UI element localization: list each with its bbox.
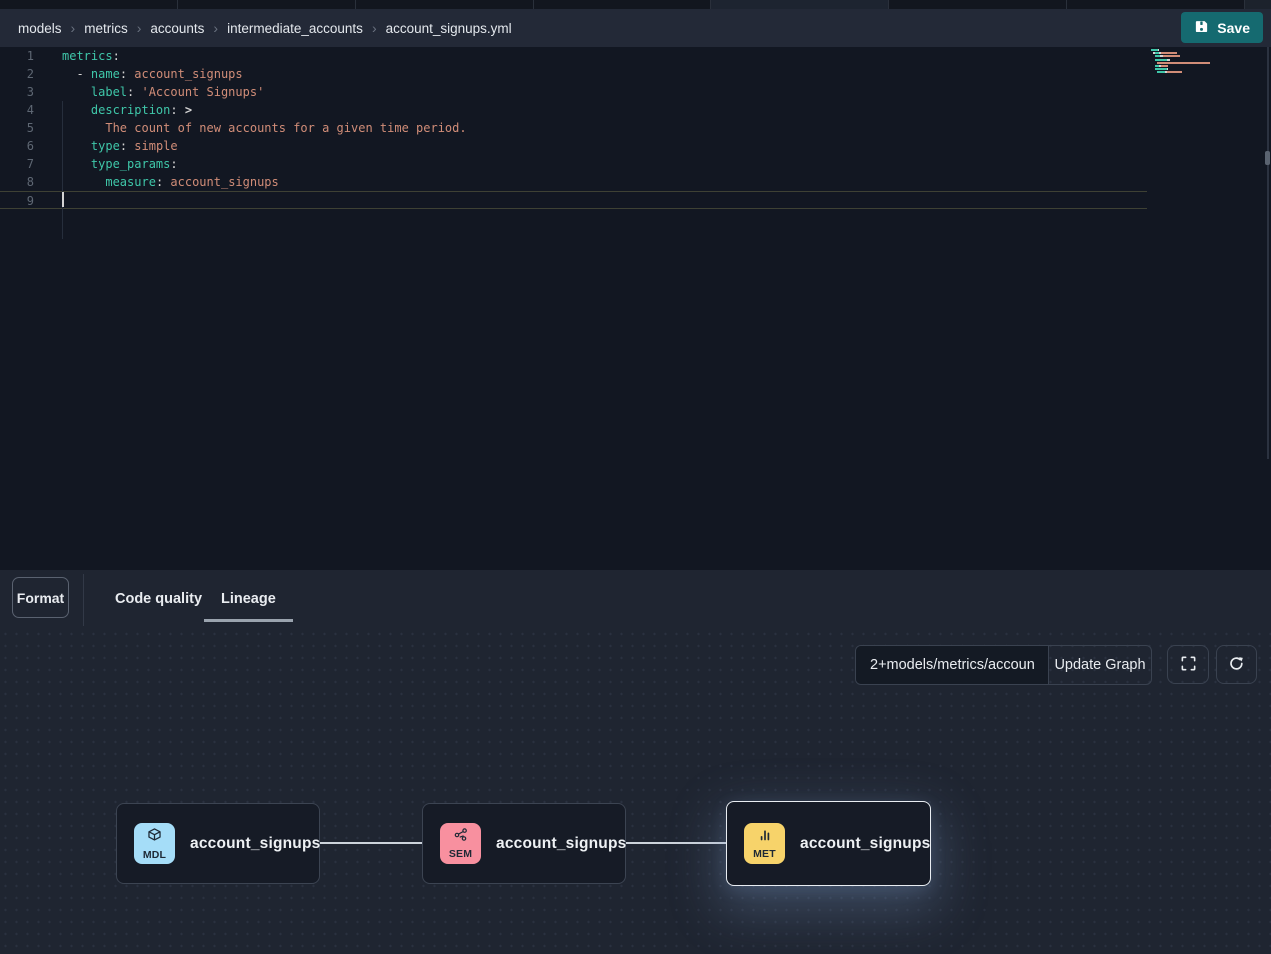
code-line: 2 - name: account_signups	[0, 65, 1271, 83]
breadcrumb-item[interactable]: account_signups.yml	[386, 21, 512, 36]
code-line: 3 label: 'Account Signups'	[0, 83, 1271, 101]
lineage-node-met[interactable]: MET account_signups	[726, 801, 931, 886]
code-line: 5 The count of new accounts for a given …	[0, 119, 1271, 137]
editor-scrollbar-handle[interactable]	[1265, 151, 1270, 165]
fullscreen-button[interactable]	[1167, 645, 1209, 684]
code-line: 7 type_params:	[0, 155, 1271, 173]
update-graph-button[interactable]: Update Graph	[1048, 646, 1151, 684]
file-tab[interactable]	[178, 0, 356, 9]
code-text: - name: account_signups	[62, 65, 243, 83]
breadcrumb-item[interactable]: metrics	[84, 21, 128, 36]
chevron-right-icon: ›	[137, 20, 142, 36]
breadcrumb-bar: models › metrics › accounts › intermediate_acc…	[0, 9, 1271, 47]
cube-icon	[146, 827, 163, 849]
file-tab[interactable]	[356, 0, 534, 9]
node-type-badge: SEM	[440, 823, 481, 864]
code-text: type_params:	[62, 155, 178, 173]
lineage-node-mdl[interactable]: MDL account_signups	[116, 803, 320, 884]
minimap[interactable]	[1151, 49, 1263, 78]
chevron-right-icon: ›	[213, 20, 218, 36]
bottom-panel: Format Code quality Lineage Update Graph	[0, 570, 1271, 954]
node-type-label: SEM	[449, 849, 472, 860]
line-number: 3	[0, 83, 34, 101]
file-tab[interactable]	[1245, 0, 1271, 9]
node-label: account_signups	[190, 835, 320, 853]
code-text: The count of new accounts for a given ti…	[62, 119, 467, 137]
code-text: metrics:	[62, 47, 120, 65]
lineage-selector-group: Update Graph	[855, 645, 1152, 685]
lineage-edge	[320, 842, 422, 844]
file-tab[interactable]	[534, 0, 712, 9]
fullscreen-icon	[1180, 655, 1197, 675]
breadcrumb-item[interactable]: models	[18, 21, 62, 36]
refresh-button[interactable]	[1216, 645, 1257, 684]
lineage-edge	[626, 842, 726, 844]
code-text: label: 'Account Signups'	[62, 83, 264, 101]
editor-scrollbar-track[interactable]	[1267, 47, 1269, 459]
node-type-badge: MET	[744, 823, 785, 864]
save-button[interactable]: Save	[1181, 12, 1263, 43]
lineage-canvas[interactable]: Update Graph	[0, 628, 1271, 954]
code-line-current: 9	[0, 191, 1147, 209]
code-text: description: >	[62, 101, 192, 119]
tabbar-divider	[83, 574, 84, 626]
format-button[interactable]: Format	[12, 577, 69, 618]
line-number: 2	[0, 65, 34, 83]
indent-guide	[62, 101, 63, 239]
top-tab-strip	[0, 0, 1271, 9]
chevron-right-icon: ›	[372, 20, 377, 36]
file-tab[interactable]	[889, 0, 1067, 9]
chevron-right-icon: ›	[71, 20, 76, 36]
code-lines: 1metrics:2 - name: account_signups3 labe…	[0, 47, 1271, 209]
app-window: models › metrics › accounts › intermediate_acc…	[0, 0, 1271, 954]
line-number: 8	[0, 173, 34, 191]
save-button-label: Save	[1217, 20, 1250, 36]
node-label: account_signups	[496, 835, 626, 853]
bar-chart-icon	[757, 827, 773, 848]
line-number: 5	[0, 119, 34, 137]
code-line: 1 metrics:	[0, 47, 1271, 65]
file-tab-active[interactable]	[711, 0, 889, 9]
breadcrumb-item[interactable]: intermediate_accounts	[227, 21, 363, 36]
file-tab[interactable]	[0, 0, 178, 9]
line-number: 9	[0, 192, 34, 210]
text-cursor	[62, 192, 64, 207]
code-line: 4 description: >	[0, 101, 1271, 119]
save-icon	[1194, 19, 1209, 37]
code-line: 6 type: simple	[0, 137, 1271, 155]
share-network-icon	[453, 827, 469, 848]
panel-tab-lineage[interactable]: Lineage	[221, 570, 276, 628]
line-number: 6	[0, 137, 34, 155]
node-label: account_signups	[800, 835, 930, 853]
code-text: measure: account_signups	[62, 173, 279, 191]
node-type-badge: MDL	[134, 823, 175, 864]
lineage-selector-input[interactable]	[856, 646, 1048, 684]
breadcrumb: models › metrics › accounts › intermediate_acc…	[18, 9, 512, 47]
code-line: 8 measure: account_signups	[0, 173, 1271, 191]
panel-tab-code-quality[interactable]: Code quality	[115, 570, 202, 628]
code-text: type: simple	[62, 137, 178, 155]
node-type-label: MDL	[143, 850, 166, 861]
line-number: 7	[0, 155, 34, 173]
refresh-icon	[1228, 655, 1245, 675]
code-editor[interactable]: 1metrics:2 - name: account_signups3 labe…	[0, 47, 1271, 570]
node-type-label: MET	[753, 849, 776, 860]
breadcrumb-item[interactable]: accounts	[150, 21, 204, 36]
line-number: 4	[0, 101, 34, 119]
line-number: 1	[0, 47, 34, 65]
lineage-node-sem[interactable]: SEM account_signups	[422, 803, 626, 884]
file-tab[interactable]	[1067, 0, 1245, 9]
